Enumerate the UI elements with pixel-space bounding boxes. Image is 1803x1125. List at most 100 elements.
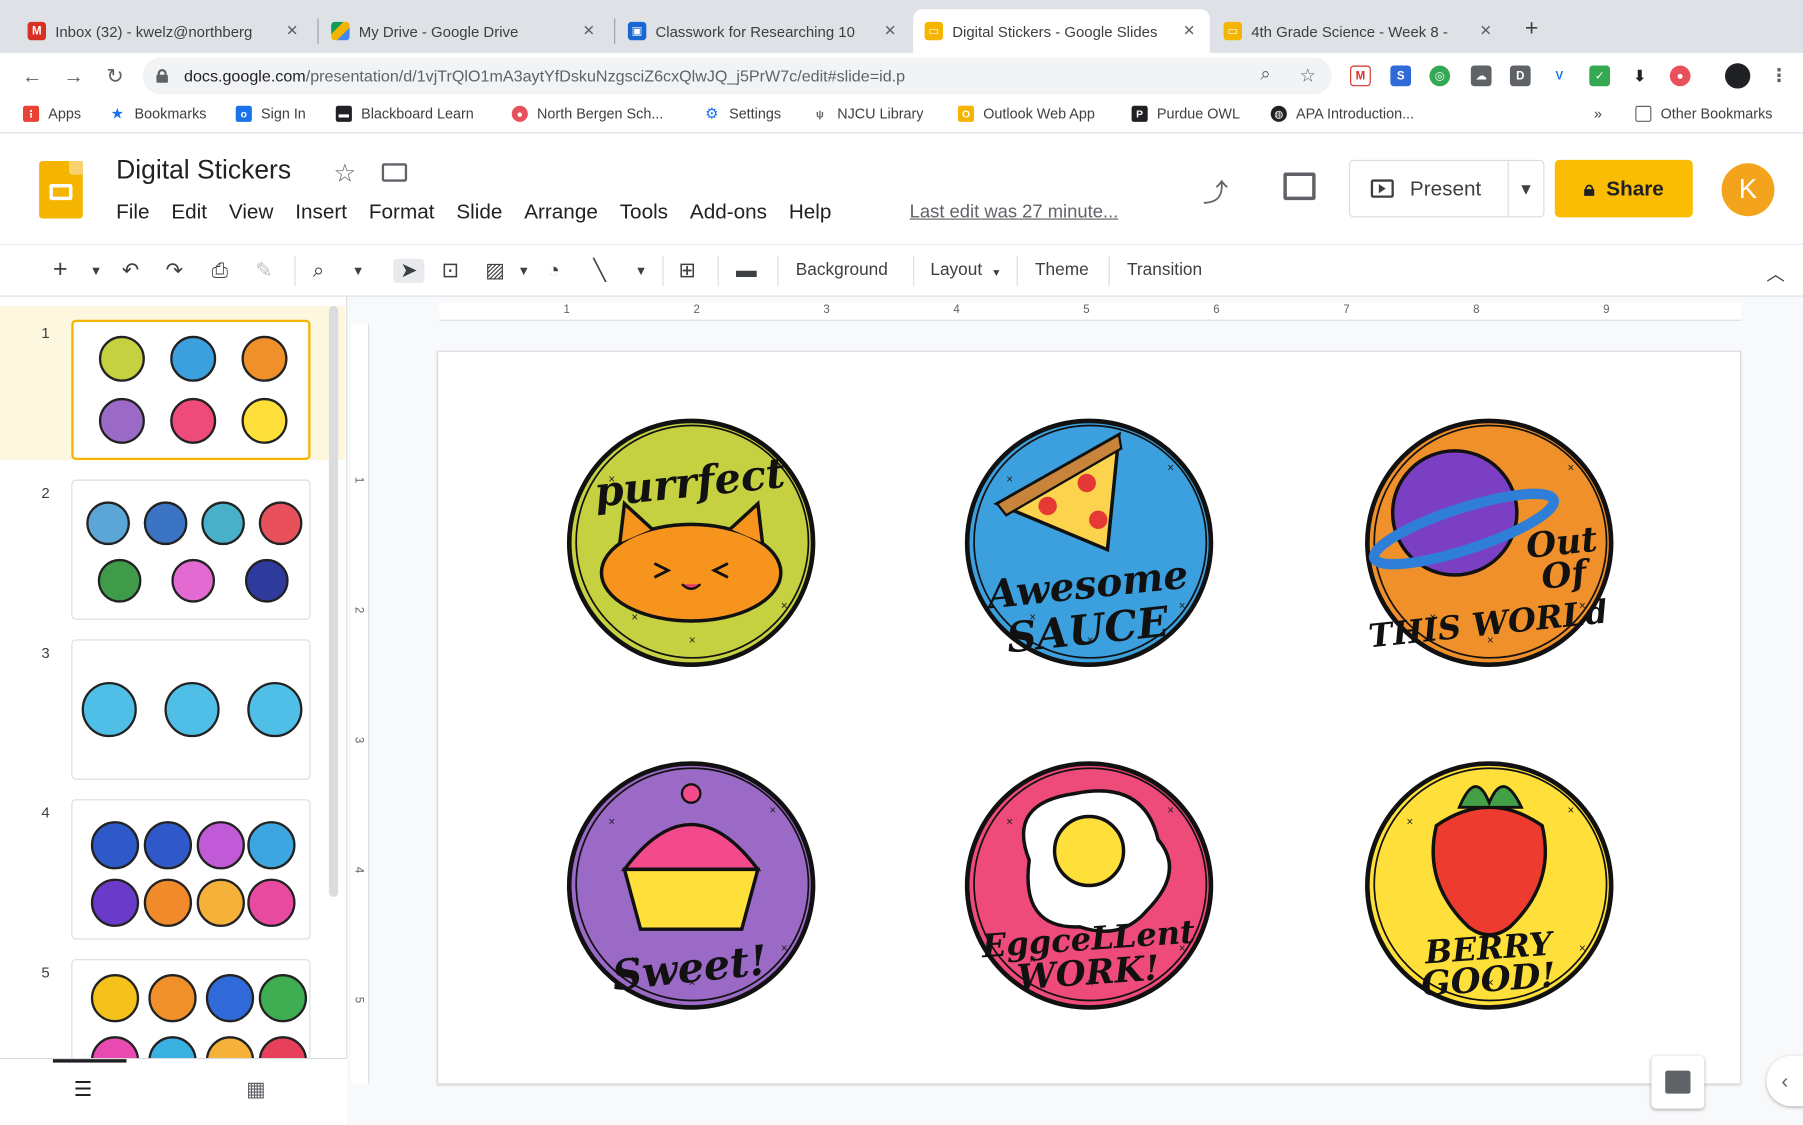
print-icon[interactable]: ⎙ xyxy=(212,259,229,283)
line-icon[interactable]: ╲ xyxy=(593,259,605,283)
paint-format-icon[interactable]: ✎ xyxy=(255,259,272,283)
profile-icon[interactable] xyxy=(1725,63,1751,89)
download-icon[interactable]: ⬇ xyxy=(1629,65,1651,87)
slide-thumbnail-1[interactable]: 1 xyxy=(0,305,345,460)
select-cursor-icon[interactable]: ➤ xyxy=(393,258,425,283)
menu-format[interactable]: Format xyxy=(369,200,435,224)
chevron-down-icon[interactable]: ▼ xyxy=(518,265,531,279)
share-button[interactable]: 🔒︎ Share xyxy=(1554,159,1693,218)
tab-digital-stickers[interactable]: ▭ Digital Stickers - Google Slides ✕ xyxy=(913,9,1210,53)
slide-canvas[interactable]: ×××××purrfect ×××××AwesomeSAUCE ×××××OutOf… xyxy=(437,350,1742,1085)
bookmark-north-bergen[interactable]: ● North Bergen Sch... xyxy=(511,105,663,122)
list-view-icon[interactable]: ☰ xyxy=(74,1078,93,1102)
activity-trend-icon[interactable]: ⤴ xyxy=(1203,173,1228,210)
tab-drive[interactable]: My Drive - Google Drive ✕ xyxy=(320,9,610,53)
chevron-up-icon[interactable]: ︿ xyxy=(1766,259,1784,287)
more-vert-icon[interactable]: ⋮ xyxy=(1768,65,1790,87)
bookmark-other[interactable]: Other Bookmarks xyxy=(1635,105,1772,122)
slide-thumbnail-preview[interactable] xyxy=(71,799,311,940)
sticker-out-of-this-world[interactable]: ×××××OutOfTHIS WORLd xyxy=(1360,414,1618,677)
tab-gmail[interactable]: M Inbox (32) - kwelz@northberg ✕ xyxy=(16,9,313,53)
gmail-extension-icon[interactable]: M xyxy=(1350,65,1371,87)
menu-view[interactable]: View xyxy=(229,200,274,224)
move-to-folder-icon[interactable] xyxy=(381,163,408,182)
bookmark-purdue-owl[interactable]: P Purdue OWL xyxy=(1131,105,1240,122)
menu-tools[interactable]: Tools xyxy=(620,200,668,224)
background-button[interactable]: Background xyxy=(796,260,888,280)
image-icon[interactable]: ▨ xyxy=(485,259,505,283)
grid-view-icon[interactable]: ▦ xyxy=(246,1078,266,1102)
theme-button[interactable]: Theme xyxy=(1035,260,1089,280)
slide-thumbnail-preview[interactable] xyxy=(71,319,311,460)
sticker-berry-good[interactable]: × × × × × BERRY GOOD! xyxy=(1360,757,1618,1020)
bookmark-outlook[interactable]: O Outlook Web App xyxy=(957,105,1095,122)
menu-arrange[interactable]: Arrange xyxy=(524,200,598,224)
close-icon[interactable]: ✕ xyxy=(881,22,899,40)
vertical-ruler[interactable]: 1 2 3 4 5 xyxy=(350,324,370,1084)
bookmark-blackboard[interactable]: ▬ Blackboard Learn xyxy=(335,105,474,122)
sticker-eggcellent-work[interactable]: × × × × × EggceLLent WORK! xyxy=(960,757,1218,1020)
zoom-icon[interactable]: ⌕ xyxy=(313,259,325,283)
horizontal-ruler[interactable]: 1 2 3 4 5 6 7 8 9 xyxy=(439,302,1742,321)
slide-thumbnail-3[interactable]: 3 xyxy=(0,626,345,780)
transition-button[interactable]: Transition xyxy=(1127,260,1202,280)
reload-icon[interactable]: ↻ xyxy=(99,64,131,88)
cloud-extension-icon[interactable]: ☁ xyxy=(1470,65,1492,87)
close-icon[interactable]: ✕ xyxy=(1477,22,1495,40)
sticker-sweet[interactable]: × × × × × Sweet! xyxy=(562,757,820,1020)
present-button[interactable]: Present ▼ xyxy=(1348,159,1545,218)
chevron-down-icon[interactable]: ▼ xyxy=(352,265,365,279)
tab-4th-grade-science[interactable]: ▭ 4th Grade Science - Week 8 - ✕ xyxy=(1212,9,1506,53)
menu-add-ons[interactable]: Add-ons xyxy=(690,200,767,224)
star-icon[interactable]: ☆ xyxy=(334,159,357,189)
comment-history-icon[interactable] xyxy=(1283,172,1316,201)
slide-thumbnail-4[interactable]: 4 xyxy=(0,785,345,940)
chevron-down-icon[interactable]: ▼ xyxy=(991,267,1001,279)
shape-icon[interactable]: ◔ xyxy=(547,259,560,283)
sticker-awesome-sauce[interactable]: × × × × × Awesome SAUCE xyxy=(960,414,1218,677)
bookmark-apps[interactable]: ⁝ Apps xyxy=(23,105,81,122)
avatar[interactable]: K xyxy=(1721,163,1775,217)
undo-icon[interactable]: ↶ xyxy=(122,259,139,283)
add-comment-icon[interactable]: ⊞ xyxy=(679,259,696,283)
bookmark-apa-introduction[interactable]: ◍ APA Introduction... xyxy=(1270,105,1414,122)
tab-classroom[interactable]: ▣ Classwork for Researching 10 ✕ xyxy=(616,9,910,53)
chevron-down-icon[interactable]: ▼ xyxy=(635,265,648,279)
close-icon[interactable]: ✕ xyxy=(580,22,598,40)
new-tab-button[interactable]: + xyxy=(1525,16,1538,42)
v-extension-icon[interactable]: V xyxy=(1549,65,1570,87)
new-slide-icon[interactable]: + xyxy=(53,254,68,284)
clipboard-extension-icon[interactable]: ✓ xyxy=(1589,65,1610,87)
bookmark-njcu-library[interactable]: ψ NJCU Library xyxy=(811,105,923,122)
text-box-icon[interactable]: ⊡ xyxy=(442,259,459,283)
slides-logo-icon[interactable] xyxy=(39,161,83,219)
layout-button[interactable]: Layout xyxy=(930,260,982,280)
notification-extension-icon[interactable]: ● xyxy=(1669,65,1691,87)
menu-insert[interactable]: Insert xyxy=(295,200,347,224)
keyboard-icon[interactable]: ▬ xyxy=(736,259,757,283)
slide-thumbnail-2[interactable]: 2 xyxy=(0,466,345,620)
chrome-extension-icon[interactable]: ◎ xyxy=(1429,65,1451,87)
bookmark-settings[interactable]: ⚙ Settings xyxy=(703,105,781,122)
close-icon[interactable]: ✕ xyxy=(283,22,301,40)
bookmark-bookmarks[interactable]: ★ Bookmarks xyxy=(109,105,206,122)
menu-slide[interactable]: Slide xyxy=(456,200,502,224)
chevron-down-icon[interactable]: ▼ xyxy=(1518,179,1534,197)
close-icon[interactable]: ✕ xyxy=(1180,22,1198,40)
back-arrow-icon[interactable]: ← xyxy=(16,64,48,88)
forward-arrow-icon[interactable]: → xyxy=(58,64,90,88)
bookmarks-overflow[interactable]: » xyxy=(1594,106,1602,122)
menu-file[interactable]: File xyxy=(116,200,149,224)
screenshot-extension-icon[interactable]: S xyxy=(1390,65,1412,87)
menu-edit[interactable]: Edit xyxy=(171,200,207,224)
slide-thumbnail-preview[interactable] xyxy=(71,479,311,620)
bookmark-star-icon[interactable]: ☆ xyxy=(1300,64,1316,87)
last-edit-link[interactable]: Last edit was 27 minute... xyxy=(910,202,1119,223)
menu-help[interactable]: Help xyxy=(789,200,832,224)
zoom-icon[interactable]: ⌕ xyxy=(1260,64,1270,85)
d-extension-icon[interactable]: D xyxy=(1509,65,1531,87)
chevron-down-icon[interactable]: ▼ xyxy=(90,265,103,279)
slide-thumbnail-preview[interactable] xyxy=(71,639,311,780)
sticker-purrfect[interactable]: × × × × × purrfect xyxy=(562,414,820,677)
filmstrip-scrollbar[interactable] xyxy=(328,305,339,897)
